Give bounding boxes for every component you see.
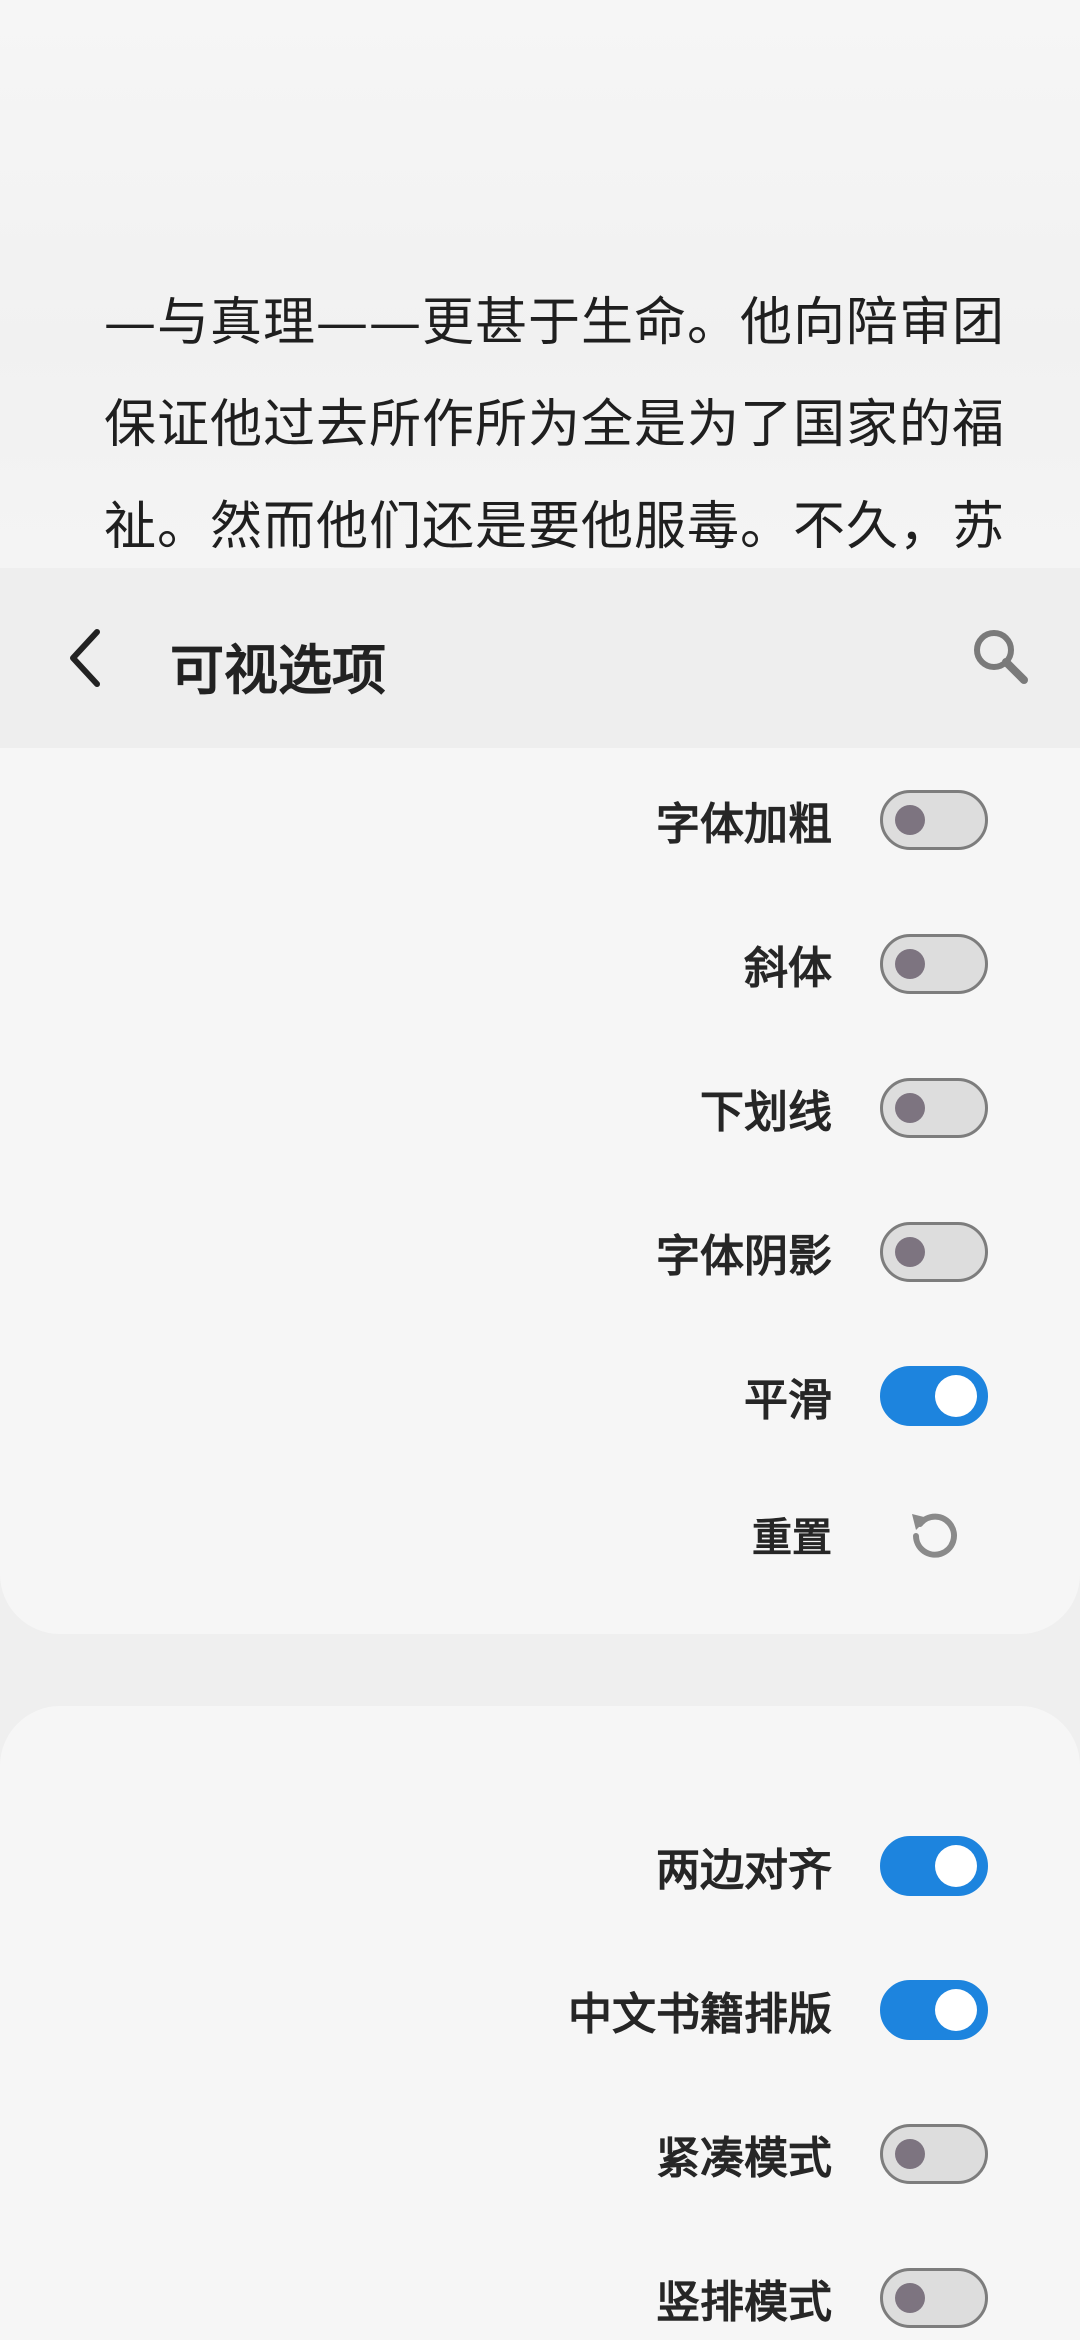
option-label: 字体加粗: [656, 799, 832, 850]
chevron-left-icon: [70, 629, 100, 687]
reset-button[interactable]: [880, 1504, 988, 1564]
option-row-underline[interactable]: 下划线: [700, 1068, 988, 1148]
toggle-knob: [935, 1845, 977, 1887]
bold-toggle[interactable]: [880, 790, 988, 850]
toggle-knob: [895, 2139, 925, 2169]
smooth-toggle[interactable]: [880, 1366, 988, 1426]
search-button[interactable]: [960, 616, 1040, 696]
search-icon: [974, 630, 1028, 684]
italic-toggle[interactable]: [880, 934, 988, 994]
back-button[interactable]: [50, 618, 120, 698]
app-bar: 可视选项: [0, 568, 1080, 748]
toggle-knob: [895, 805, 925, 835]
option-label: 中文书籍排版: [568, 1989, 832, 2040]
option-label: 竖排模式: [656, 2277, 832, 2328]
option-row-shadow[interactable]: 字体阴影: [656, 1212, 988, 1292]
reader-text-line: 祉。然而他们还是要他服毒。不久，苏: [104, 497, 1006, 557]
reset-icon: [912, 1513, 957, 1558]
underline-toggle[interactable]: [880, 1078, 988, 1138]
text-style-card: 字体加粗 斜体 下划线 字体阴影 平滑 重置: [0, 748, 1080, 1634]
option-label: 紧凑模式: [656, 2133, 832, 2184]
option-row-italic[interactable]: 斜体: [744, 924, 988, 1004]
option-row-chinese-layout[interactable]: 中文书籍排版: [568, 1970, 988, 2050]
option-label: 斜体: [744, 943, 832, 994]
compact-toggle[interactable]: [880, 2124, 988, 2184]
chinese-layout-toggle[interactable]: [880, 1980, 988, 2040]
option-row-compact[interactable]: 紧凑模式: [656, 2114, 988, 2194]
option-row-justify[interactable]: 两边对齐: [656, 1826, 988, 1906]
reset-row[interactable]: 重置: [752, 1494, 988, 1574]
vertical-toggle[interactable]: [880, 2268, 988, 2328]
toggle-knob: [935, 1989, 977, 2031]
reader-text-line: —与真理——更甚于生命。他向陪审团: [104, 293, 1006, 353]
option-row-bold[interactable]: 字体加粗: [656, 780, 988, 860]
toggle-knob: [895, 949, 925, 979]
reset-label: 重置: [752, 1515, 832, 1561]
reader-text-line: 保证他过去所作所为全是为了国家的福: [104, 395, 1006, 455]
option-row-vertical[interactable]: 竖排模式: [656, 2258, 988, 2338]
option-label: 平滑: [744, 1375, 832, 1426]
option-label: 字体阴影: [656, 1231, 832, 1282]
toggle-knob: [895, 1237, 925, 1267]
option-label: 两边对齐: [656, 1845, 832, 1896]
toggle-knob: [935, 1375, 977, 1417]
shadow-toggle[interactable]: [880, 1222, 988, 1282]
option-label: 下划线: [700, 1087, 832, 1138]
justify-toggle[interactable]: [880, 1836, 988, 1896]
layout-card: 两边对齐 中文书籍排版 紧凑模式 竖排模式: [0, 1706, 1080, 2340]
toggle-knob: [895, 2283, 925, 2313]
reader-page: —与真理——更甚于生命。他向陪审团 保证他过去所作所为全是为了国家的福 祉。然而…: [0, 0, 1080, 568]
option-row-smooth[interactable]: 平滑: [744, 1356, 988, 1436]
toggle-knob: [895, 1093, 925, 1123]
page-title: 可视选项: [170, 639, 386, 702]
